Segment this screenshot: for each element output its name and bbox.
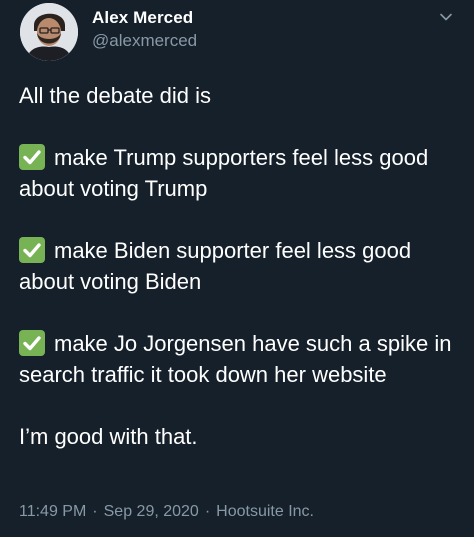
user-handle[interactable]: @alexmerced <box>92 29 197 53</box>
tweet-item-text: make Biden supporter feel less good abou… <box>19 238 412 294</box>
check-mark-icon <box>19 144 45 170</box>
chevron-down-icon[interactable] <box>438 9 454 25</box>
tweet-closing: I’m good with that. <box>19 424 198 449</box>
tweet-item: make Jo Jorgensen have such a spike in s… <box>19 328 459 390</box>
tweet-time[interactable]: 11:49 PM <box>19 503 86 520</box>
tweet-item-text: make Jo Jorgensen have such a spike in s… <box>19 331 452 387</box>
check-mark-icon <box>19 330 45 356</box>
tweet-date[interactable]: Sep 29, 2020 <box>104 503 199 520</box>
tweet-source[interactable]: Hootsuite Inc. <box>216 503 314 520</box>
check-mark-icon <box>19 237 45 263</box>
separator: · <box>204 503 211 520</box>
avatar[interactable] <box>20 3 78 61</box>
avatar-image <box>20 3 78 61</box>
tweet-item: make Biden supporter feel less good abou… <box>19 235 459 297</box>
tweet-item: make Trump supporters feel less good abo… <box>19 142 459 204</box>
separator: · <box>92 503 98 520</box>
tweet-header: Alex Merced @alexmerced <box>20 3 460 61</box>
tweet-meta: 11:49 PM · Sep 29, 2020 · Hootsuite Inc. <box>19 503 314 521</box>
tweet-card: Alex Merced @alexmerced All the debate d… <box>0 0 474 537</box>
tweet-text: All the debate did is make Trump support… <box>19 80 459 452</box>
tweet-item-text: make Trump supporters feel less good abo… <box>19 145 429 201</box>
display-name[interactable]: Alex Merced <box>92 8 197 28</box>
tweet-intro: All the debate did is <box>19 83 212 108</box>
author-names: Alex Merced @alexmerced <box>92 8 197 53</box>
